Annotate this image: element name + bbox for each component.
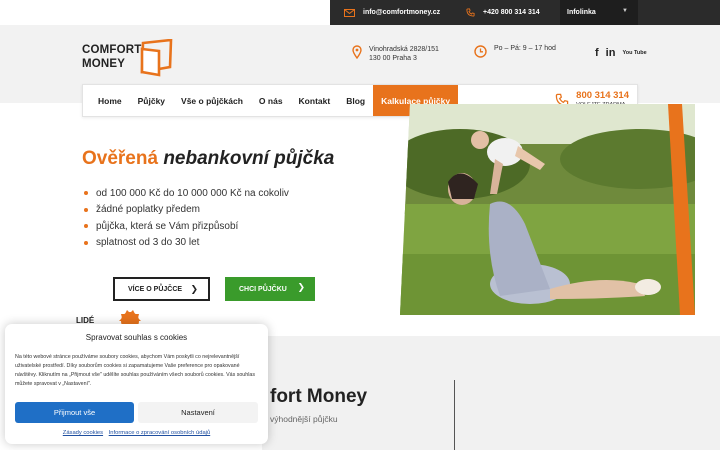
top-bar: info@comfortmoney.cz +420 800 314 314 In… xyxy=(0,0,720,25)
logo-mark-icon xyxy=(140,39,173,77)
logo-line2: MONEY xyxy=(82,58,126,70)
more-button-label: VÍCE O PŮJČCE xyxy=(128,285,183,293)
want-loan-label: CHCI PŮJČKU xyxy=(239,285,287,293)
header-address: Vinohradská 2828/151 130 00 Praha 3 xyxy=(352,45,439,63)
cookie-settings-button[interactable]: Nastavení xyxy=(138,402,258,423)
cookie-policy-link[interactable]: Zásady cookies xyxy=(63,430,103,436)
list-item: půjčka, která se Vám přizpůsobí xyxy=(84,218,289,235)
infoline-select-value: Infolinka xyxy=(567,9,596,16)
hero-title-rest: nebankovní půjčka xyxy=(163,148,335,169)
address-line2: 130 00 Praha 3 xyxy=(369,55,417,62)
logo-line1: COMFORT xyxy=(82,44,142,56)
nav-item-home[interactable]: Home xyxy=(83,85,130,116)
cookie-dialog-text: Na této webové stránce používáme soubory… xyxy=(15,354,255,387)
topbar-phone-link[interactable]: +420 800 314 314 xyxy=(466,0,540,25)
header-hours: Po – Pá: 9 – 17 hod xyxy=(474,45,556,58)
more-about-loan-button[interactable]: VÍCE O PŮJČCE ❯ xyxy=(113,277,210,301)
nav-item-blog[interactable]: Blog xyxy=(338,85,373,116)
opening-hours: Po – Pá: 9 – 17 hod xyxy=(494,45,556,52)
privacy-info-link[interactable]: Informace o zpracování osobních údajů xyxy=(109,430,211,436)
nav-item-loans[interactable]: Půjčky xyxy=(130,85,173,116)
divider xyxy=(454,380,455,450)
clock-icon xyxy=(474,45,487,58)
infoline-select[interactable]: Infolinka ▼ xyxy=(560,0,638,25)
lower-subtitle: výhodnější půjčku xyxy=(270,414,338,424)
chevron-right-icon: ❯ xyxy=(190,284,198,294)
facebook-icon[interactable]: f xyxy=(595,47,599,59)
nav-item-about-us[interactable]: O nás xyxy=(251,85,291,116)
hero-bullets: od 100 000 Kč do 10 000 000 Kč na cokoli… xyxy=(84,185,289,251)
topbar-phone: +420 800 314 314 xyxy=(483,9,540,16)
cookie-consent-dialog: Spravovat souhlas s cookies Na této webo… xyxy=(5,324,268,444)
phone-icon xyxy=(466,8,475,17)
topbar-email-link[interactable]: info@comfortmoney.cz xyxy=(344,0,440,25)
linkedin-icon[interactable]: in xyxy=(606,47,616,59)
youtube-icon[interactable]: You Tube xyxy=(622,50,646,56)
nav-phone-number: 800 314 314 xyxy=(576,90,629,101)
want-loan-button[interactable]: CHCI PŮJČKU ❯ xyxy=(225,277,315,301)
cookie-links: Zásady cookies Informace o zpracování os… xyxy=(5,430,268,436)
hero-photo xyxy=(400,104,695,315)
hero-title-accent: Ověřená xyxy=(82,148,159,169)
cookie-dialog-title: Spravovat souhlas s cookies xyxy=(85,333,188,342)
list-item: žádné poplatky předem xyxy=(84,202,289,219)
lower-title: fort Money xyxy=(270,386,368,407)
address-line1: Vinohradská 2828/151 xyxy=(369,46,439,53)
mail-icon xyxy=(344,8,355,17)
list-item: od 100 000 Kč do 10 000 000 Kč na cokoli… xyxy=(84,185,289,202)
topbar-email: info@comfortmoney.cz xyxy=(363,9,441,16)
logo-text: COMFORT MONEY xyxy=(82,43,142,71)
location-pin-icon xyxy=(352,45,362,59)
chevron-down-icon: ▼ xyxy=(622,8,628,14)
accept-all-button[interactable]: Přijmout vše xyxy=(15,402,134,423)
logo[interactable]: COMFORT MONEY xyxy=(82,39,177,79)
nav-item-contact[interactable]: Kontakt xyxy=(291,85,339,116)
hero-title: Ověřená nebankovní půjčka xyxy=(82,148,334,170)
nav-item-about-loans[interactable]: Vše o půjčkách xyxy=(173,85,251,116)
list-item: splatnost od 3 do 30 let xyxy=(84,235,289,252)
social-links: f in You Tube xyxy=(595,47,647,59)
chevron-right-icon: ❯ xyxy=(297,282,305,292)
